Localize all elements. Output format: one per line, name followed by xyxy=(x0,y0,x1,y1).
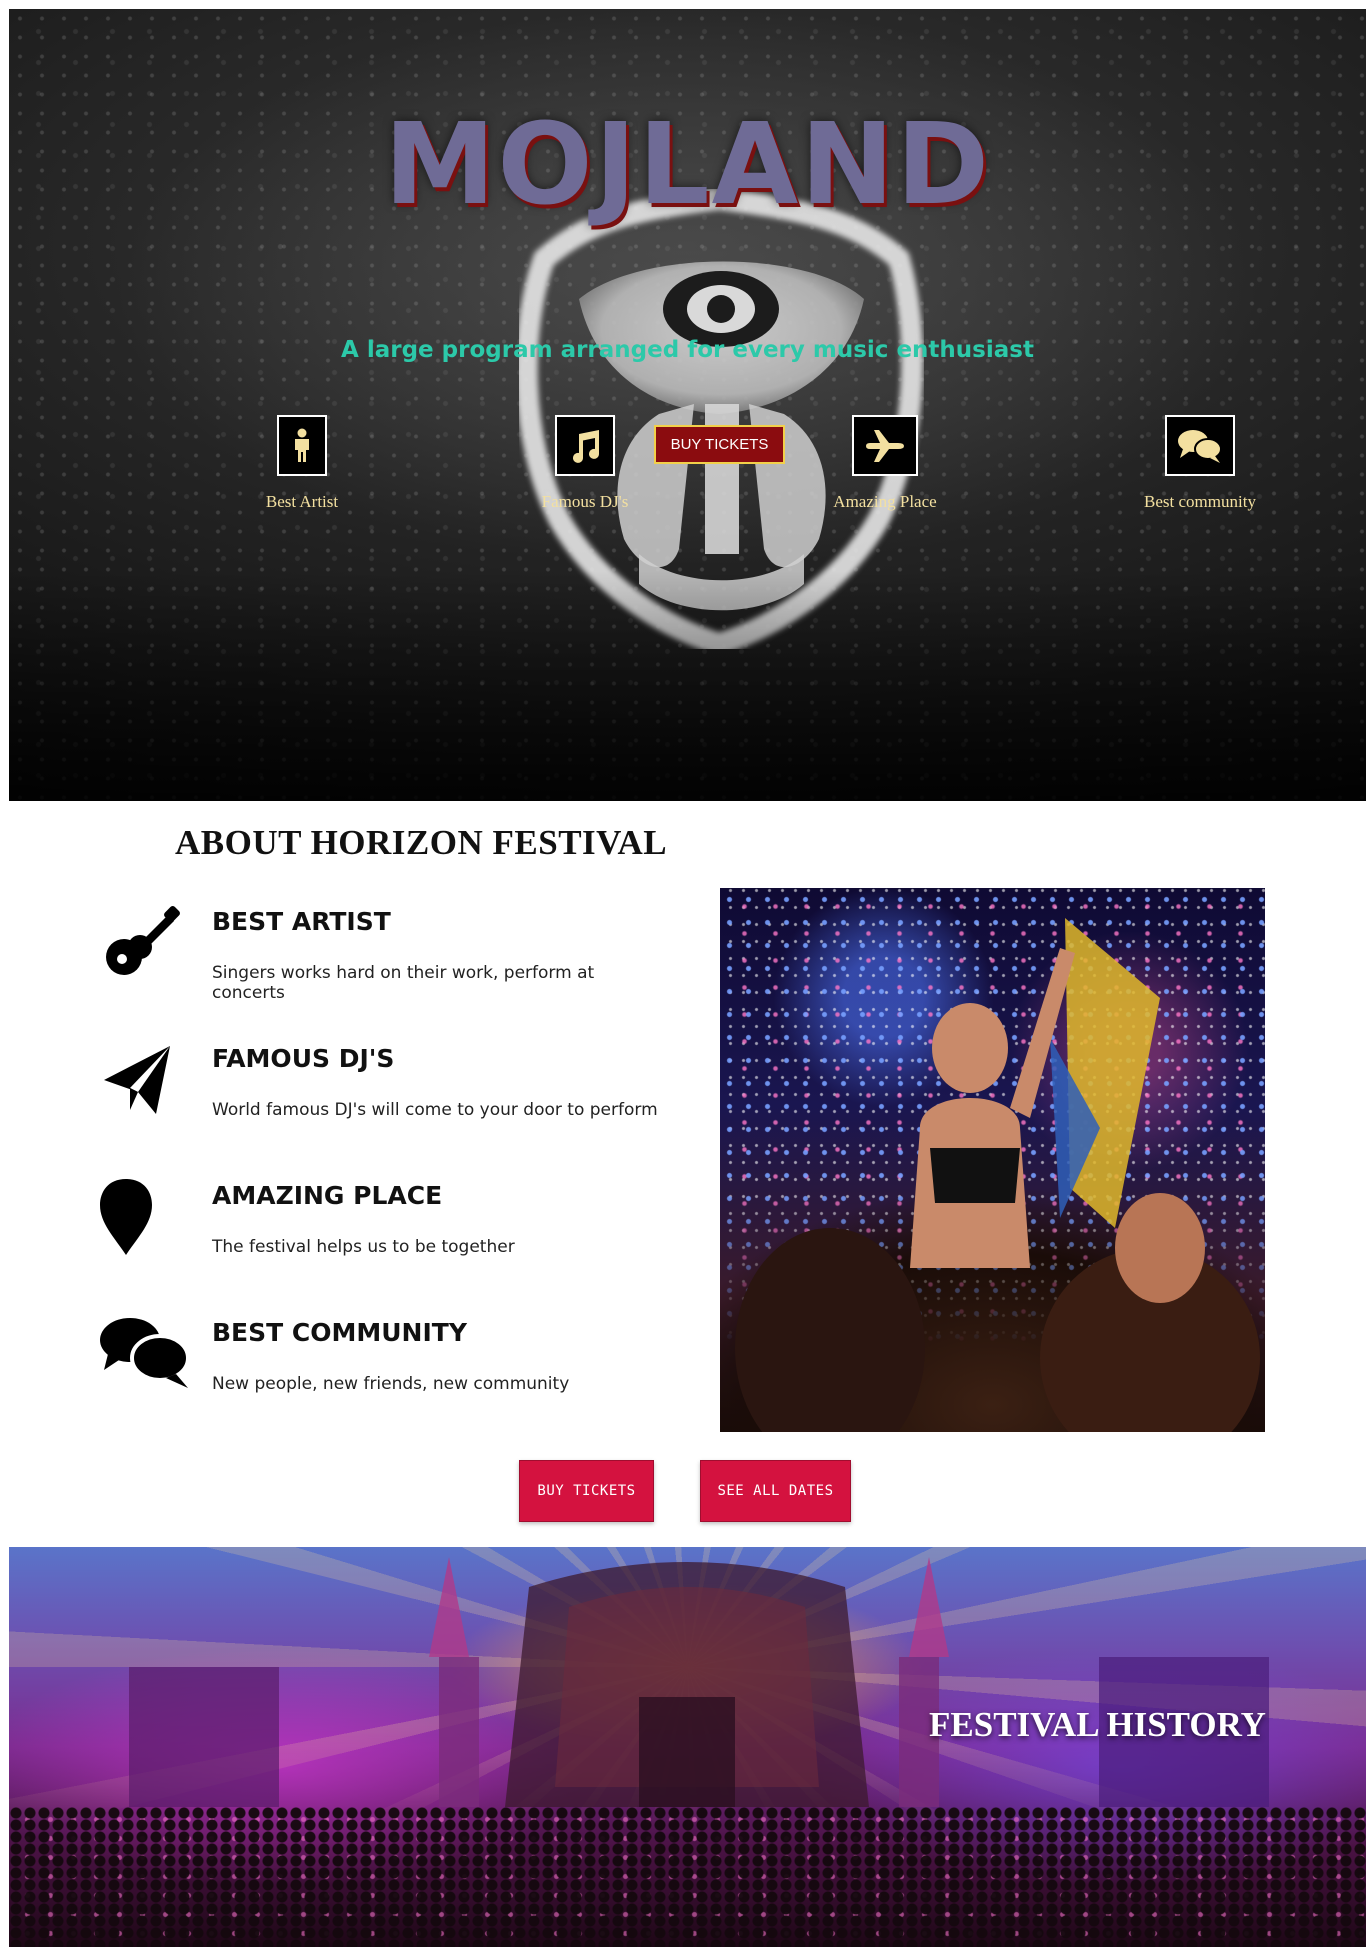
feature-best-artist[interactable]: Best Artist xyxy=(202,415,402,512)
feature-label: Famous DJ's xyxy=(541,492,629,511)
about-item-heading: BEST COMMUNITY xyxy=(212,1318,467,1347)
concert-crowd-photo xyxy=(720,888,1265,1432)
see-all-dates-button[interactable]: SEE ALL DATES xyxy=(700,1460,851,1522)
about-item-text: World famous DJ's will come to your door… xyxy=(212,1100,658,1120)
brand-logo-text: MOJLAND xyxy=(383,100,992,230)
festival-history-title: FESTIVAL HISTORY xyxy=(929,1705,1266,1744)
about-item-heading: BEST ARTIST xyxy=(212,907,391,936)
music-note-icon xyxy=(555,415,615,476)
photo-figure-silhouettes xyxy=(735,918,1260,1432)
buy-tickets-button[interactable]: BUY TICKETS xyxy=(519,1460,654,1522)
about-item-best-artist: BEST ARTIST Singers works hard on their … xyxy=(100,905,660,1015)
guitar-icon xyxy=(106,906,180,975)
about-item-heading: AMAZING PLACE xyxy=(212,1181,443,1210)
person-icon xyxy=(277,415,327,476)
about-item-amazing-place: AMAZING PLACE The festival helps us to b… xyxy=(100,1179,660,1289)
map-pin-icon xyxy=(100,1179,152,1255)
about-item-text: New people, new friends, new community xyxy=(212,1374,570,1394)
crowd-silhouettes xyxy=(9,1807,1366,1947)
feature-label: Amazing Place xyxy=(833,492,937,511)
feature-amazing-place[interactable]: Amazing Place xyxy=(785,415,985,512)
hero-tagline: A large program arranged for every music… xyxy=(341,337,1034,363)
hero-section: MOJLAND A large program arranged for eve… xyxy=(9,9,1366,801)
airplane-icon xyxy=(852,415,918,476)
about-item-text: The festival helps us to be together xyxy=(212,1237,515,1257)
about-item-famous-djs: FAMOUS DJ'S World famous DJ's will come … xyxy=(100,1042,660,1152)
feature-best-community[interactable]: Best community xyxy=(1100,415,1300,512)
about-section-title: ABOUT HORIZON FESTIVAL xyxy=(175,823,668,862)
festival-history-banner: FESTIVAL HISTORY xyxy=(9,1547,1366,1947)
feature-famous-djs[interactable]: Famous DJ's xyxy=(485,415,685,512)
about-item-heading: FAMOUS DJ'S xyxy=(212,1044,395,1073)
about-item-best-community: BEST COMMUNITY New people, new friends, … xyxy=(100,1316,660,1426)
chat-bubbles-icon xyxy=(1165,415,1235,476)
feature-label: Best Artist xyxy=(265,492,339,511)
hero-bottom-fade xyxy=(9,571,1366,801)
paper-plane-icon xyxy=(104,1046,170,1114)
about-item-text: Singers works hard on their work, perfor… xyxy=(212,963,595,1003)
chat-bubbles-icon xyxy=(100,1318,190,1388)
feature-label: Best community xyxy=(1144,492,1256,511)
